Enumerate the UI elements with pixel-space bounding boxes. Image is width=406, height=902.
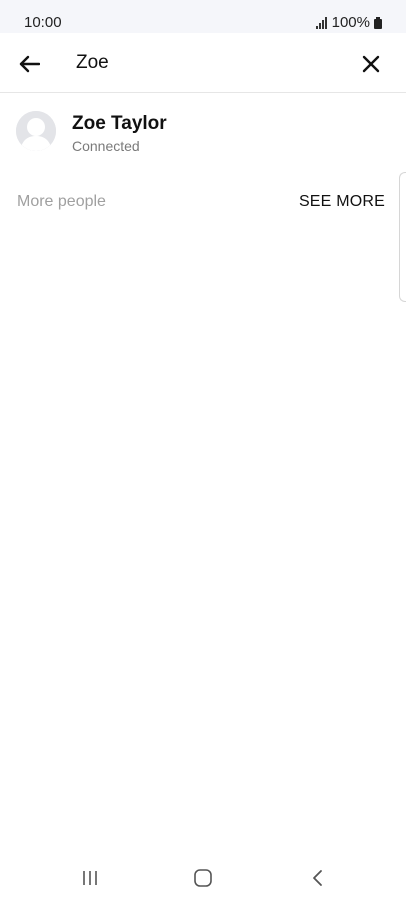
- avatar: [16, 111, 56, 151]
- back-button[interactable]: [14, 49, 44, 79]
- edge-panel-handle[interactable]: [399, 172, 406, 302]
- navigation-bar: [0, 852, 406, 902]
- recents-button[interactable]: [78, 868, 102, 888]
- search-input[interactable]: [76, 47, 326, 79]
- default-avatar-icon: [16, 111, 56, 151]
- status-indicators: 100%: [315, 14, 382, 32]
- battery-percent: 100%: [331, 14, 370, 31]
- more-people-label: More people: [17, 193, 106, 210]
- home-icon: [194, 869, 212, 887]
- battery-icon: [374, 17, 382, 29]
- status-bar: 10:00 100%: [0, 0, 406, 33]
- system-back-button[interactable]: [306, 867, 330, 889]
- close-icon: [362, 55, 380, 73]
- search-header: [0, 33, 406, 93]
- result-connection-status: Connected: [72, 138, 140, 154]
- search-result-row[interactable]: Zoe Taylor Connected: [0, 93, 406, 165]
- recents-icon: [83, 871, 97, 885]
- signal-icon: [315, 17, 327, 29]
- result-name: Zoe Taylor: [72, 113, 167, 134]
- back-chevron-icon: [313, 870, 322, 886]
- arrow-left-icon: [19, 55, 40, 73]
- home-button[interactable]: [191, 867, 215, 889]
- see-more-button[interactable]: SEE MORE: [299, 192, 385, 211]
- clear-search-button[interactable]: [356, 49, 386, 79]
- status-time: 10:00: [24, 14, 62, 31]
